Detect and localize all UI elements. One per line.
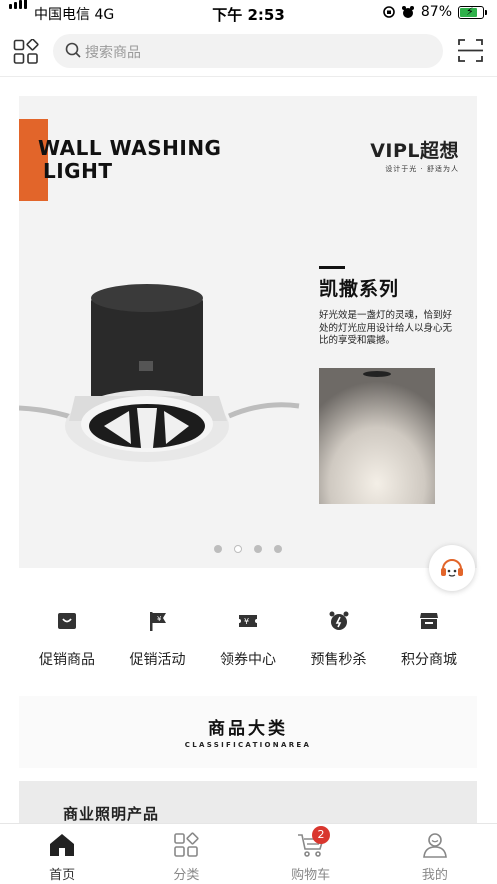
search-input[interactable]: 搜索商品 [53,34,443,68]
carousel-dot[interactable] [274,545,282,553]
classification-title: 商品大类 [208,719,288,739]
quick-menu-label: 预售秒杀 [310,652,367,668]
tab-home[interactable]: 首页 [0,824,124,884]
coupon-icon: ¥ [239,615,257,627]
quick-menu-label: 促销商品 [39,652,95,668]
brand-name: VIPL超想 [370,140,459,162]
battery-percent: 87% [420,4,452,20]
category-icon [174,832,199,857]
quick-menu-coupon-center[interactable]: ¥ 领券中心 [209,606,287,676]
quick-menu-presale-flash[interactable]: 预售秒杀 [300,606,378,676]
carousel-dot[interactable] [234,545,242,553]
search-icon [65,42,81,58]
svg-text:¥: ¥ [244,617,249,626]
banner-carousel[interactable]: WALL WASHING LIGHT VIPL超想 设计于光 · 舒适为人 凯撒… [19,96,477,568]
promo-goods-icon [58,613,76,629]
svg-text:¥: ¥ [157,615,162,623]
headline-line2: LIGHT [43,159,113,183]
classification-subtitle: CLASSIFICATIONAREA [184,741,312,749]
scan-icon[interactable] [458,38,483,63]
downlight-product-image [19,284,300,462]
wall-wash-effect-image [319,368,435,504]
promo-flag-icon: ¥ [149,612,166,631]
banner-headline: WALL WASHING LIGHT [38,137,221,183]
product-category-title: 商业照明产品 [63,805,160,823]
tab-label: 购物车 [291,868,331,883]
quick-menu-label: 积分商城 [401,652,457,668]
menu-grid-icon[interactable] [13,39,39,65]
search-placeholder: 搜索商品 [85,45,141,61]
cart-count-badge: 2 [312,826,330,844]
tab-label: 我的 [421,868,448,883]
brand-slogan: 设计于光 · 舒适为人 [385,165,459,173]
headline-line1: WALL WASHING [38,136,222,160]
quick-menu-promo-goods[interactable]: 促销商品 [28,606,106,676]
series-description: 好光效是一盏灯的灵魂，恰到好处的灯光应用设计给人以身心无比的享受和震撼。 [319,310,453,346]
tab-label: 分类 [173,868,200,883]
tab-category[interactable]: 分类 [124,824,248,884]
home-icon [50,834,75,856]
search-header: 搜索商品 [0,26,497,77]
brand-logo: VIPL超想 设计于光 · 舒适为人 [370,136,459,174]
quick-menu-points-store[interactable]: 积分商城 [390,606,468,676]
classification-header: 商品大类 CLASSIFICATIONAREA [19,696,477,768]
alarm-icon [401,6,414,18]
tab-profile[interactable]: 我的 [373,824,497,884]
alarm-clock-icon [329,611,348,630]
quick-menu-label: 领券中心 [220,652,276,668]
points-store-icon [420,613,438,629]
tab-label: 首页 [49,868,76,883]
series-title: 凯撒系列 [319,278,400,300]
carousel-indicators [19,545,477,553]
carousel-dot[interactable] [254,545,262,553]
quick-menu-label: 促销活动 [129,652,186,668]
status-right-group: 87% ⚡ [382,4,487,20]
carousel-dot[interactable] [214,545,222,553]
headset-icon [441,559,463,577]
quick-menu: 促销商品 ¥ 促销活动 ¥ 领券中心 预售秒杀 积分商城 [28,606,468,676]
status-bar: 中国电信 4G 下午 2:53 87% ⚡ [0,0,497,26]
bottom-tab-bar: 首页 分类 购物车 我的 [0,823,497,884]
customer-service-button[interactable] [429,545,475,591]
quick-menu-promo-activity[interactable]: ¥ 促销活动 [119,606,197,676]
tab-cart[interactable]: 购物车 [249,824,373,884]
orientation-lock-icon [383,6,395,18]
battery-icon: ⚡ [458,5,484,19]
profile-icon [422,833,447,858]
series-divider [319,266,345,269]
